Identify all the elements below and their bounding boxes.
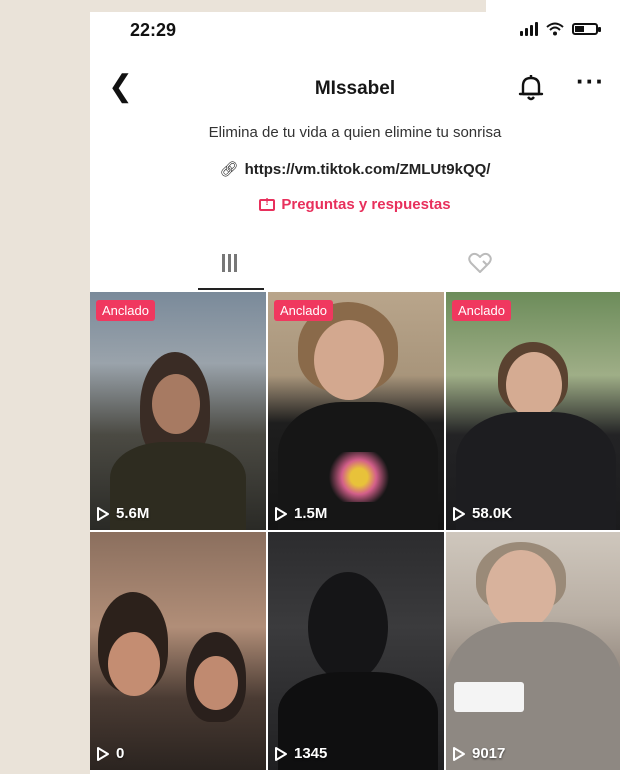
- view-count-text: 1.5M: [294, 505, 328, 522]
- phone-screen: 22:29 ❮ MIssabel ··· Elimina de tu vida …: [90, 12, 620, 774]
- profile-link[interactable]: 🔗︎ https://vm.tiktok.com/ZMLUt9kQQ/: [90, 160, 620, 178]
- qa-label: Preguntas y respuestas: [281, 196, 451, 213]
- play-icon: [97, 746, 109, 761]
- status-icons: [520, 22, 601, 36]
- play-icon: [275, 746, 287, 761]
- video-thumbnail[interactable]: 1345: [268, 532, 444, 770]
- view-count-text: 9017: [472, 745, 506, 762]
- video-thumbnail[interactable]: Anclado 5.6M: [90, 292, 266, 530]
- video-thumbnail[interactable]: 9017: [446, 532, 620, 770]
- play-icon: [275, 506, 287, 521]
- video-grid: Anclado 5.6M Anclado 1.5M Anclado 58.0K …: [90, 292, 620, 774]
- pinned-badge: Anclado: [452, 300, 511, 321]
- background-left: [0, 0, 90, 774]
- view-count: 58.0K: [452, 505, 512, 522]
- liked-heart-icon: [468, 252, 492, 273]
- view-count: 5.6M: [96, 505, 149, 522]
- battery-icon: [572, 23, 601, 35]
- view-count-text: 5.6M: [116, 505, 150, 522]
- bell-icon[interactable]: [518, 74, 544, 102]
- question-answer-icon: [259, 197, 276, 211]
- play-icon: [453, 746, 465, 761]
- grid-icon: [222, 254, 237, 272]
- profile-tabs: [90, 238, 620, 292]
- video-thumbnail[interactable]: Anclado 1.5M: [268, 292, 444, 530]
- status-time: 22:29: [130, 20, 177, 40]
- view-count-text: 0: [116, 745, 125, 762]
- view-count: 0: [96, 745, 124, 762]
- view-count: 1.5M: [274, 505, 327, 522]
- video-thumbnail[interactable]: 0: [90, 532, 266, 770]
- view-count-text: 1345: [294, 745, 328, 762]
- background-top: [90, 0, 486, 12]
- view-count-text: 58.0K: [472, 505, 513, 522]
- video-thumbnail[interactable]: Anclado 58.0K: [446, 292, 620, 530]
- profile-link-text[interactable]: https://vm.tiktok.com/ZMLUt9kQQ/: [245, 161, 491, 178]
- play-icon: [97, 506, 109, 521]
- tab-liked[interactable]: [355, 238, 620, 292]
- view-count: 1345: [274, 745, 327, 762]
- pinned-badge: Anclado: [274, 300, 333, 321]
- qa-button[interactable]: Preguntas y respuestas: [90, 196, 620, 213]
- status-bar: 22:29: [90, 12, 620, 52]
- profile-bio: Elimina de tu vida a quien elimine tu so…: [208, 124, 502, 141]
- view-count: 9017: [452, 745, 505, 762]
- cellular-signal-icon: [520, 22, 538, 36]
- play-icon: [453, 506, 465, 521]
- pinned-badge: Anclado: [96, 300, 155, 321]
- link-icon: 🔗︎: [219, 161, 239, 178]
- wifi-icon: [546, 22, 564, 36]
- top-nav: ❮ MIssabel ···: [90, 64, 620, 110]
- more-options-icon[interactable]: ···: [576, 66, 605, 97]
- active-tab-indicator: [198, 288, 264, 290]
- tab-videos[interactable]: [90, 238, 355, 292]
